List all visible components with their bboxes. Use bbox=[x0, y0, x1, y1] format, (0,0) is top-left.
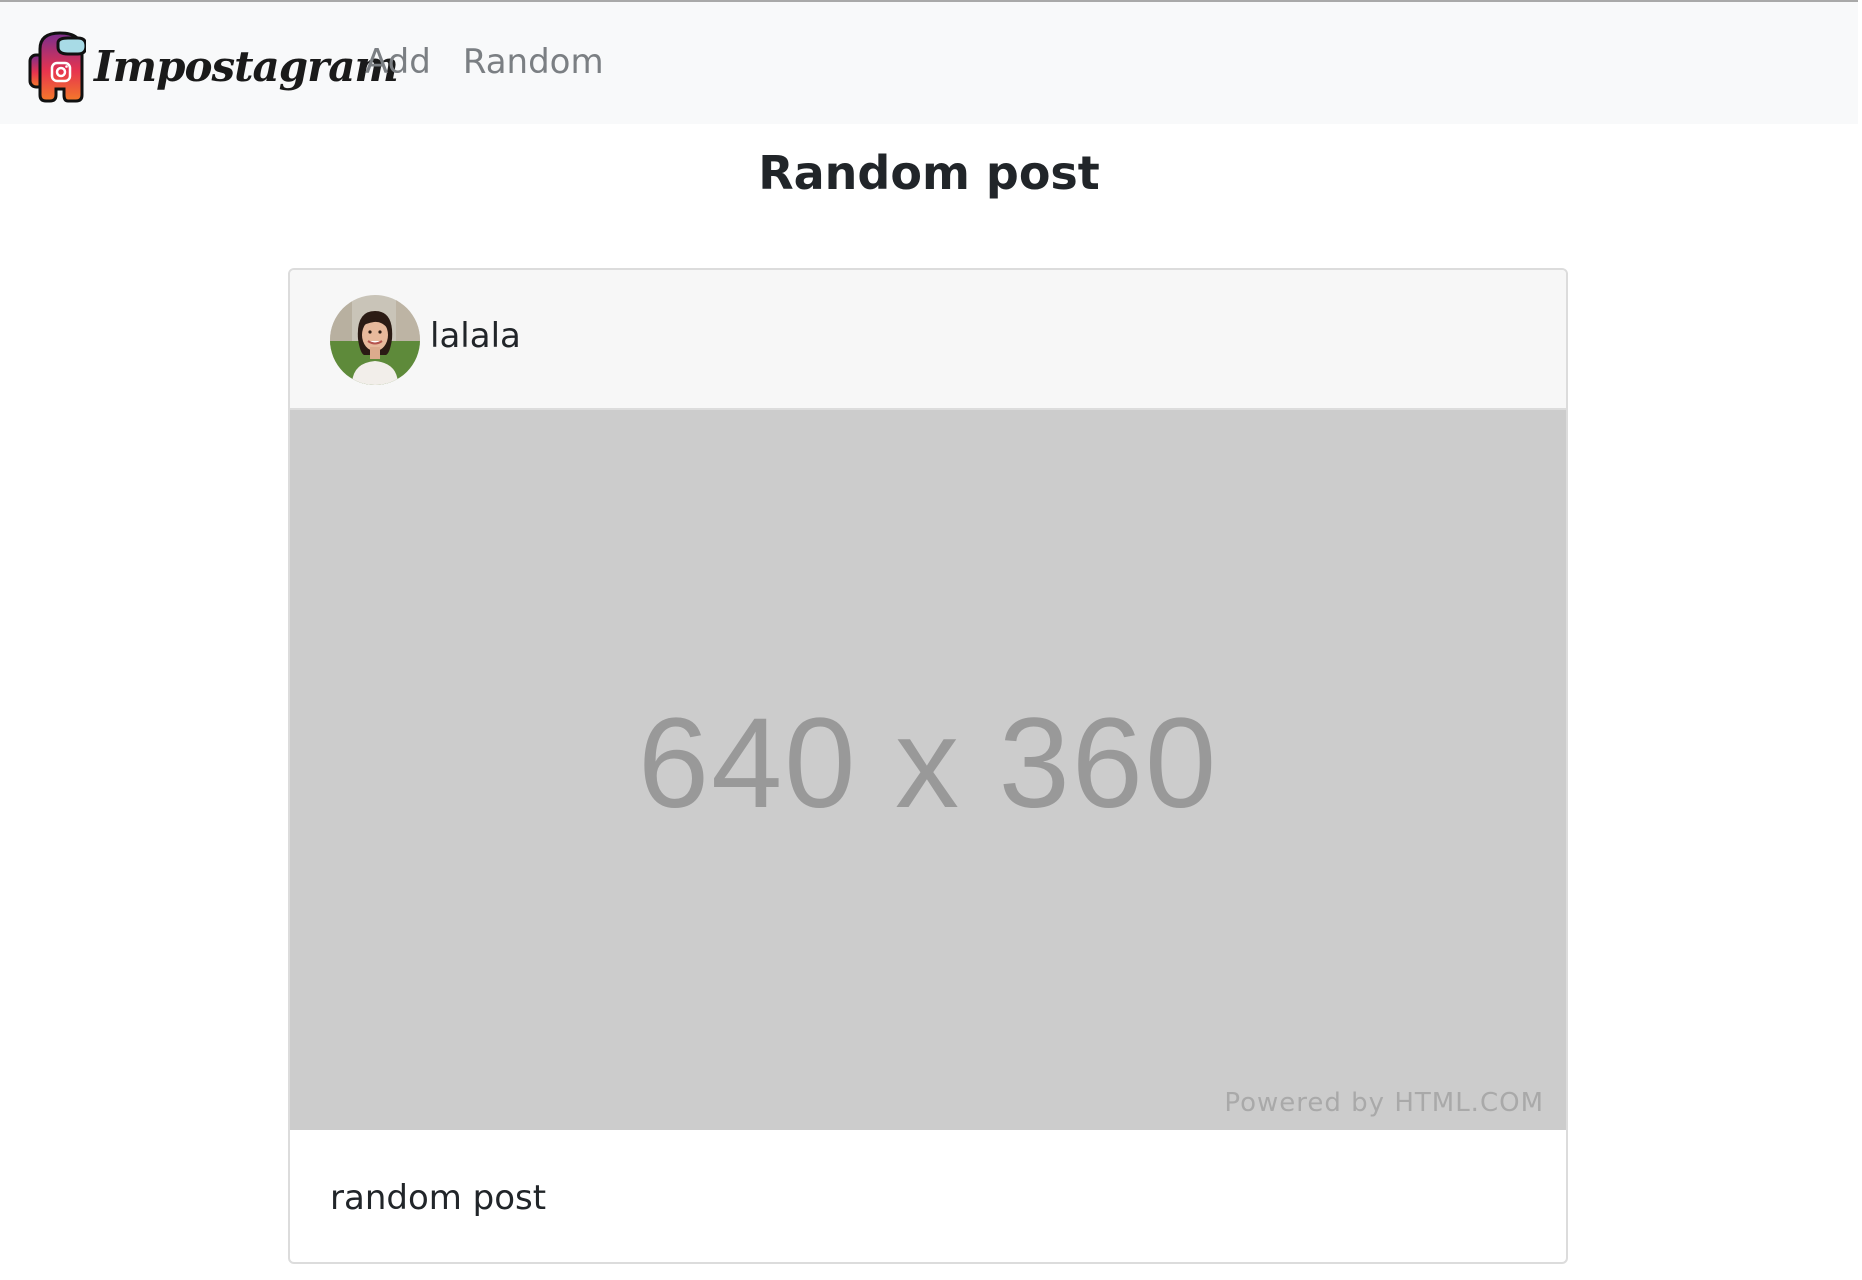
nav-link-add[interactable]: Add bbox=[365, 42, 431, 82]
post-image: 640 x 360 Powered by HTML.COM bbox=[290, 410, 1566, 1130]
brand-name: Impostagram bbox=[94, 41, 399, 91]
nav-link-random[interactable]: Random bbox=[463, 42, 604, 82]
navbar: Impostagram Add Random bbox=[0, 0, 1858, 124]
page-title: Random post bbox=[758, 146, 1100, 200]
post-header: lalala bbox=[290, 270, 1566, 410]
placeholder-credit: Powered by HTML.COM bbox=[1224, 1088, 1544, 1118]
page: Impostagram Add Random Random post lalal… bbox=[0, 0, 1862, 1280]
post-body: random post bbox=[290, 1130, 1566, 1262]
nav-links: Add Random bbox=[365, 42, 604, 82]
brand-link[interactable]: Impostagram bbox=[28, 28, 399, 104]
impostor-logo-icon bbox=[28, 31, 86, 103]
post-username[interactable]: lalala bbox=[430, 316, 521, 356]
post-card: lalala 640 x 360 Powered by HTML.COM ran… bbox=[288, 268, 1568, 1264]
user-avatar-photo bbox=[330, 295, 420, 385]
placeholder-dimensions: 640 x 360 bbox=[637, 692, 1219, 835]
avatar[interactable] bbox=[330, 295, 420, 385]
post-caption: random post bbox=[330, 1178, 547, 1218]
